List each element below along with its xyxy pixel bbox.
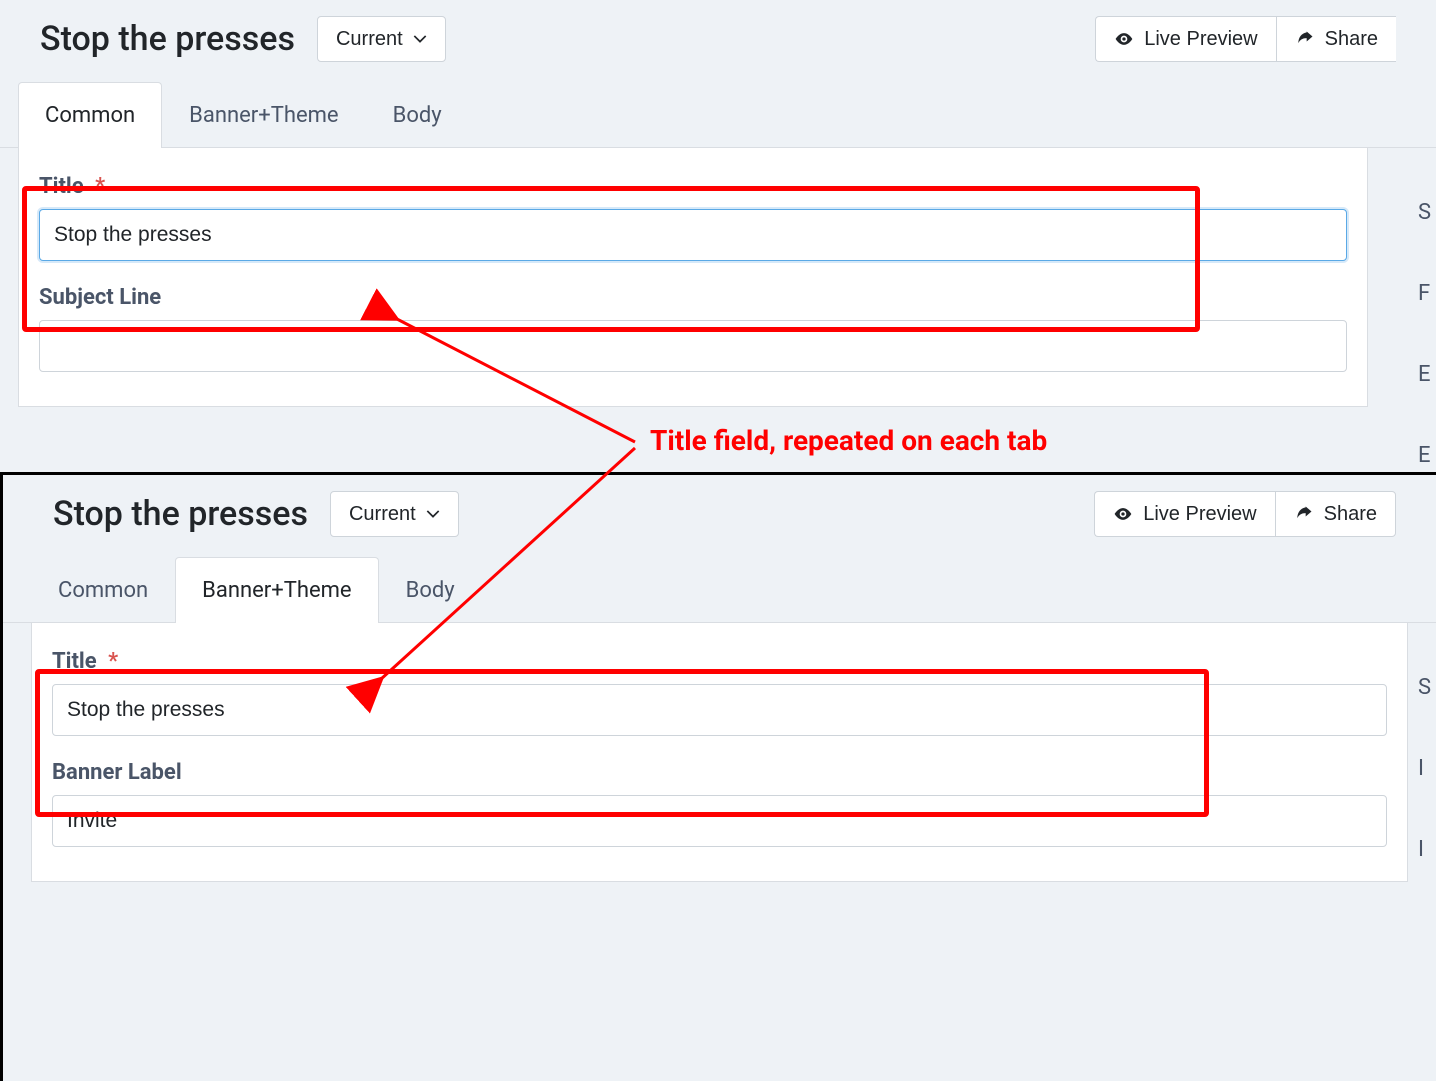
banner-label-input[interactable] [52,795,1387,847]
sidebar-peek: S I I [1418,675,1436,862]
sidebar-peek-letter: E [1418,443,1436,468]
page-title: Stop the presses [53,494,308,534]
share-label: Share [1324,503,1377,526]
sidebar-peek-letter: I [1418,756,1436,781]
form-banner-theme: Title * Banner Label [31,623,1408,882]
chevron-down-icon [426,507,440,521]
title-input[interactable] [39,209,1347,261]
eye-icon [1114,29,1134,49]
required-mark: * [95,174,105,199]
tab-banner-theme[interactable]: Banner+Theme [175,557,378,623]
subject-line-label: Subject Line [39,285,1347,310]
tabs: Common Banner+Theme Body [3,553,1436,623]
title-field-group: Title * [52,649,1387,736]
sidebar-peek-letter: S [1418,675,1436,700]
header-bar: Stop the presses Current Live Preview [3,475,1436,553]
live-preview-button[interactable]: Live Preview [1094,491,1274,537]
share-icon [1295,29,1315,49]
tab-body[interactable]: Body [366,82,469,148]
title-label: Title * [52,649,1387,674]
sidebar-peek: S F E E [1418,200,1436,468]
version-select[interactable]: Current [317,16,446,62]
share-icon [1294,504,1314,524]
sidebar-peek-letter: I [1418,837,1436,862]
share-button[interactable]: Share [1276,16,1396,62]
banner-label-label: Banner Label [52,760,1387,785]
title-input[interactable] [52,684,1387,736]
title-label-text: Title [52,649,97,674]
title-label-text: Title [39,174,84,199]
header-actions: Live Preview Share [1095,16,1396,62]
sidebar-peek-letter: E [1418,362,1436,387]
header-bar: Stop the presses Current Live Preview [0,0,1436,78]
required-mark: * [108,649,118,674]
share-button[interactable]: Share [1275,491,1396,537]
tab-common[interactable]: Common [31,557,175,623]
version-select-label: Current [349,503,416,526]
subject-line-group: Subject Line [39,285,1347,372]
title-label: Title * [39,174,1347,199]
form-common: Title * Subject Line [18,148,1368,407]
share-label: Share [1325,28,1378,51]
live-preview-button[interactable]: Live Preview [1095,16,1275,62]
title-field-group: Title * [39,174,1347,261]
page-title: Stop the presses [40,19,295,59]
tab-banner-theme[interactable]: Banner+Theme [162,82,365,148]
header-actions: Live Preview Share [1094,491,1396,537]
banner-label-group: Banner Label [52,760,1387,847]
tab-body[interactable]: Body [379,557,482,623]
eye-icon [1113,504,1133,524]
sidebar-peek-letter: F [1418,281,1436,306]
version-select[interactable]: Current [330,491,459,537]
chevron-down-icon [413,32,427,46]
live-preview-label: Live Preview [1143,503,1256,526]
subject-line-input[interactable] [39,320,1347,372]
tabs: Common Banner+Theme Body [0,78,1436,148]
tab-common[interactable]: Common [18,82,162,148]
live-preview-label: Live Preview [1144,28,1257,51]
sidebar-peek-letter: S [1418,200,1436,225]
version-select-label: Current [336,28,403,51]
